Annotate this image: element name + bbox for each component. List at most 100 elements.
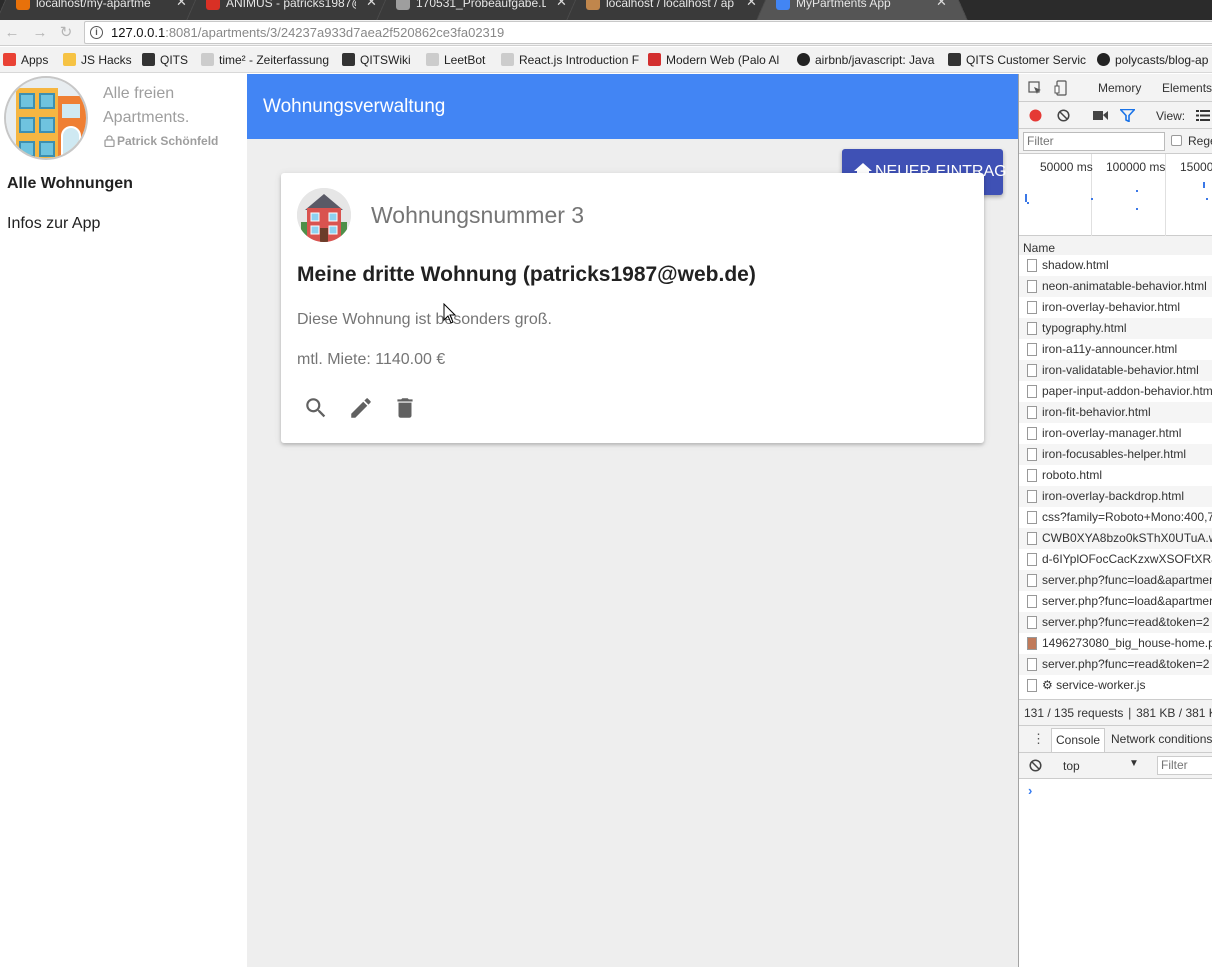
file-icon <box>1027 616 1037 629</box>
favicon-icon <box>776 0 790 10</box>
request-row[interactable]: iron-overlay-manager.html <box>1019 423 1212 444</box>
bookmark-item[interactable]: React.js Introduction F <box>501 47 639 72</box>
menu-item-all-apartments[interactable]: Alle Wohnungen <box>7 174 133 194</box>
request-row[interactable]: iron-focusables-helper.html <box>1019 444 1212 465</box>
url-path: :8081/apartments/3/24237a933d7aea2f52086… <box>165 25 505 40</box>
browser-tab[interactable]: 170531_Probeaufgabe.De ✕ <box>376 0 588 20</box>
request-row[interactable]: iron-validatable-behavior.html <box>1019 360 1212 381</box>
main-content: NEUER EINTRAG Wohnungsnummer 3 Meine dri… <box>247 139 1018 967</box>
bookmark-item[interactable]: polycasts/blog-ap <box>1097 47 1212 72</box>
request-row[interactable]: css?family=Roboto+Mono:400,7 <box>1019 507 1212 528</box>
view-button[interactable] <box>303 395 329 421</box>
request-row[interactable]: typography.html <box>1019 318 1212 339</box>
filter-icon[interactable] <box>1120 109 1135 122</box>
filter-input[interactable]: Filter <box>1023 132 1165 151</box>
close-tab-icon[interactable]: ✕ <box>556 0 567 10</box>
url-input[interactable]: i 127.0.0.1:8081/apartments/3/24237a933d… <box>84 21 1212 44</box>
file-icon <box>1027 595 1037 608</box>
bookmark-label: React.js Introduction F <box>519 53 639 67</box>
user-name: Patrick Schönfeld <box>117 134 219 148</box>
drawer-menu-icon[interactable]: ⋮ <box>1032 731 1045 747</box>
regex-checkbox[interactable] <box>1171 135 1182 146</box>
url-text: 127.0.0.1:8081/apartments/3/24237a933d7a… <box>111 25 504 41</box>
console-prompt[interactable]: › <box>1028 783 1032 798</box>
edit-button[interactable] <box>348 395 374 421</box>
browser-tab[interactable]: localhost/my-apartme ✕ <box>0 0 208 20</box>
bookmark-label: QITS Customer Servic <box>966 53 1087 67</box>
trash-icon <box>397 398 413 418</box>
bookmark-item[interactable]: JS Hacks <box>63 47 133 72</box>
list-view-icon[interactable] <box>1196 110 1210 121</box>
devtools-tab-bar: ⋮ Memory Elements <box>1019 74 1212 102</box>
back-icon[interactable]: ← <box>2 23 22 43</box>
browser-tab[interactable]: ANIMUS - patricks1987@ ✕ <box>186 0 398 20</box>
timeline-tick-label: 100000 ms <box>1106 160 1166 174</box>
reload-icon[interactable]: ↻ <box>56 23 76 43</box>
inspect-icon[interactable] <box>1028 81 1042 95</box>
screenshot-capture-icon[interactable] <box>1093 110 1108 121</box>
close-tab-icon[interactable]: ✕ <box>366 0 377 10</box>
request-name: server.php?func=read&token=2 <box>1042 615 1210 629</box>
bookmark-item[interactable]: QITS Customer Servic <box>948 47 1088 72</box>
request-name: typography.html <box>1042 321 1127 335</box>
site-info-icon[interactable]: i <box>90 26 103 39</box>
request-row[interactable]: iron-a11y-announcer.html <box>1019 339 1212 360</box>
chevron-down-icon[interactable]: ▼ <box>1129 758 1139 769</box>
request-row[interactable]: 1496273080_big_house-home.pn <box>1019 633 1212 654</box>
browser-tab[interactable]: MyPartments App ✕ <box>756 0 968 20</box>
clear-console-icon[interactable] <box>1029 759 1042 772</box>
menu-item-app-info[interactable]: Infos zur App <box>7 214 100 234</box>
request-name: paper-input-addon-behavior.htm <box>1042 384 1212 398</box>
request-row[interactable]: server.php?func=read&token=2 <box>1019 612 1212 633</box>
request-row[interactable]: server.php?func=load&apartmen <box>1019 570 1212 591</box>
bookmark-item[interactable]: QITS <box>142 47 192 72</box>
bookmark-item[interactable]: airbnb/javascript: Java <box>797 47 939 72</box>
request-row[interactable]: iron-overlay-backdrop.html <box>1019 486 1212 507</box>
page-title: Wohnungsverwaltung <box>263 96 446 117</box>
request-row[interactable]: ⚙ service-worker.js <box>1019 675 1212 693</box>
request-name: ⚙ service-worker.js <box>1042 678 1146 692</box>
bookmark-item[interactable]: LeetBot <box>426 47 491 72</box>
request-row[interactable]: iron-overlay-behavior.html <box>1019 297 1212 318</box>
forward-icon[interactable]: → <box>30 23 50 43</box>
mouse-cursor-icon <box>443 303 457 324</box>
request-summary: 131 / 135 requests ∣ 381 KB / 381 K <box>1019 699 1212 726</box>
request-row[interactable]: roboto.html <box>1019 465 1212 486</box>
file-icon <box>1027 658 1037 671</box>
clear-icon[interactable] <box>1057 109 1070 122</box>
bookmark-item[interactable]: QITSWiki <box>342 47 420 72</box>
request-row[interactable]: shadow.html <box>1019 255 1212 276</box>
bookmark-item[interactable]: Apps <box>3 47 58 72</box>
devtools-panel: ⋮ Memory Elements View: Filter Rege 5000… <box>1018 74 1212 967</box>
request-name: iron-overlay-behavior.html <box>1042 300 1181 314</box>
close-tab-icon[interactable]: ✕ <box>176 0 187 10</box>
tab-title: localhost/my-apartme <box>36 0 151 10</box>
devtools-tab-memory[interactable]: Memory <box>1098 81 1141 95</box>
bookmark-item[interactable]: time² - Zeiterfassung <box>201 47 336 72</box>
close-tab-icon[interactable]: ✕ <box>936 0 947 10</box>
apartment-number: Wohnungsnummer 3 <box>371 202 585 228</box>
github-icon <box>797 53 810 66</box>
console-filter-input[interactable]: Filter <box>1157 756 1212 775</box>
request-row[interactable]: paper-input-addon-behavior.htm <box>1019 381 1212 402</box>
app-logo <box>4 76 88 160</box>
request-row[interactable]: server.php?func=load&apartmen <box>1019 591 1212 612</box>
request-row[interactable]: CWB0XYA8bzo0kSThX0UTuA.wo <box>1019 528 1212 549</box>
device-toggle-icon[interactable] <box>1054 80 1068 96</box>
request-row[interactable]: server.php?func=read&token=2 <box>1019 654 1212 675</box>
tab-console[interactable]: Console <box>1051 728 1106 752</box>
tab-network-conditions[interactable]: Network conditions <box>1111 732 1212 746</box>
bookmark-label: time² - Zeiterfassung <box>219 53 330 67</box>
context-selector[interactable]: top <box>1063 759 1080 773</box>
record-icon[interactable] <box>1029 109 1042 122</box>
devtools-tab-elements[interactable]: Elements <box>1162 81 1212 95</box>
request-row[interactable]: d-6IYplOFocCacKzxwXSOFtXRa8 <box>1019 549 1212 570</box>
request-row[interactable]: iron-fit-behavior.html <box>1019 402 1212 423</box>
request-row[interactable]: neon-animatable-behavior.html <box>1019 276 1212 297</box>
close-tab-icon[interactable]: ✕ <box>746 0 757 10</box>
browser-tab[interactable]: localhost / localhost / ap ✕ <box>566 0 778 20</box>
delete-button[interactable] <box>392 395 418 421</box>
request-name: server.php?func=load&apartmen <box>1042 573 1212 587</box>
file-icon <box>1027 343 1037 356</box>
bookmark-item[interactable]: Modern Web (Palo Al <box>648 47 788 72</box>
